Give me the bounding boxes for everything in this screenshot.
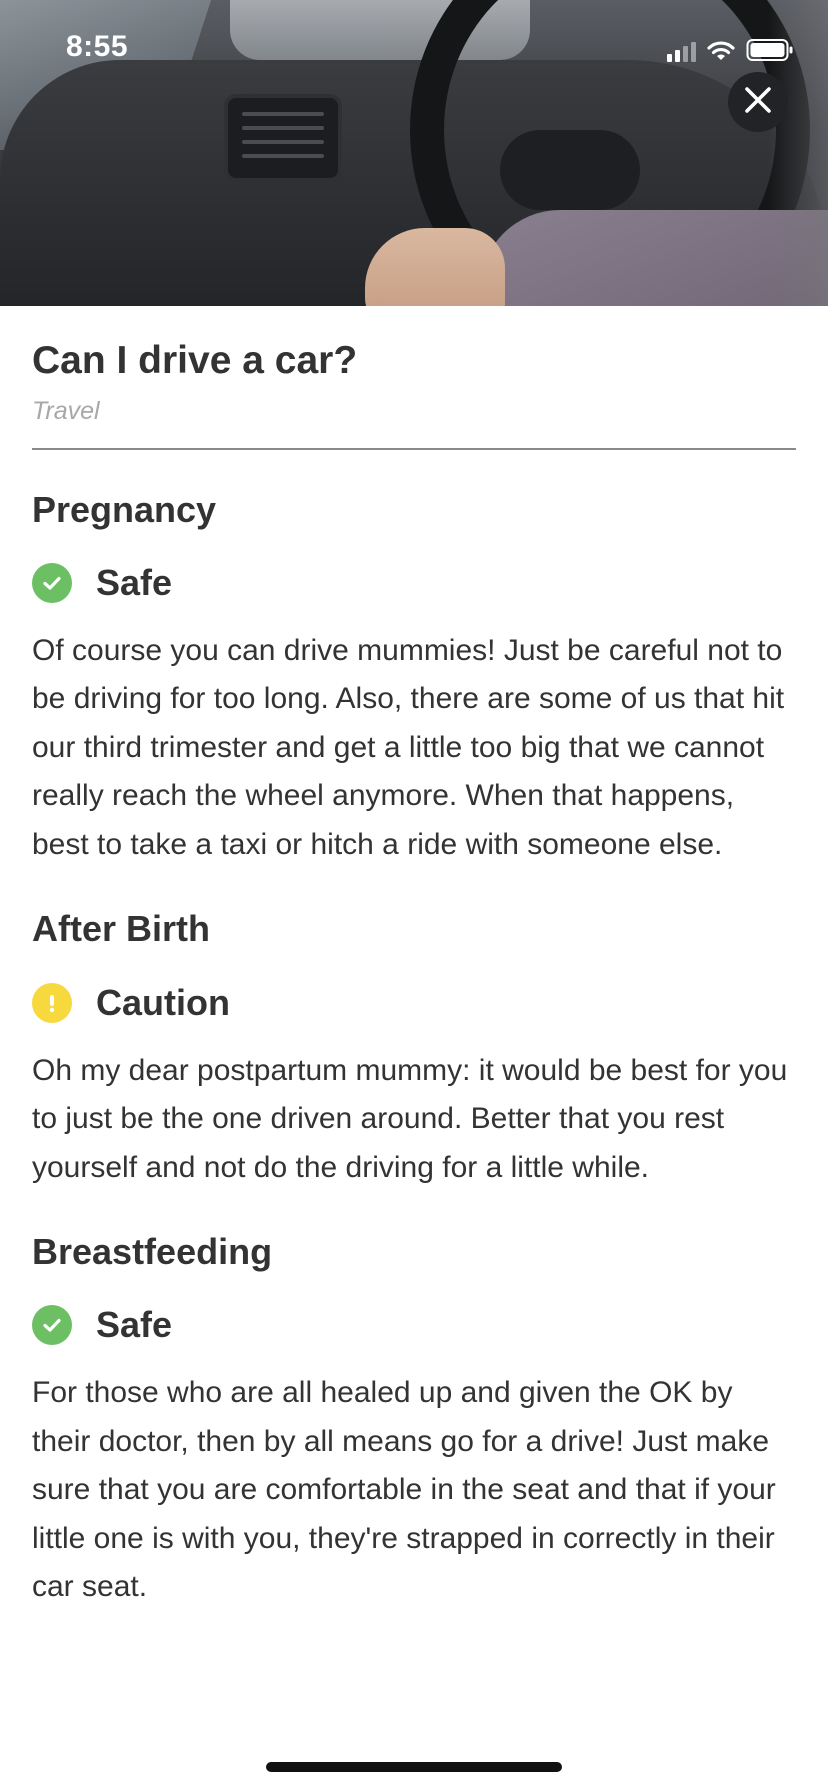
- status-bar-time: 8:55: [66, 30, 129, 63]
- home-indicator[interactable]: [266, 1762, 562, 1772]
- section-after-birth: After Birth Caution Oh my dear postpartu…: [32, 907, 796, 1192]
- battery-icon: [746, 38, 794, 62]
- air-vent: [224, 94, 342, 182]
- wifi-icon: [706, 40, 736, 62]
- status-label: Safe: [96, 561, 173, 603]
- section-body: For those who are all healed up and give…: [32, 1376, 776, 1604]
- section-heading: After Birth: [32, 908, 210, 950]
- section-pregnancy: Pregnancy Safe Of course you can drive m…: [32, 488, 796, 870]
- cellular-signal-icon: [667, 40, 696, 62]
- status-bar-icons: [667, 36, 794, 62]
- status-row: Safe: [32, 1303, 796, 1347]
- status-label: Caution: [96, 981, 230, 1023]
- article-screen: 8:55 Can I drive a car? Travel Pregnancy…: [0, 0, 828, 1792]
- section-breastfeeding: Breastfeeding Safe For those who are all…: [32, 1230, 796, 1612]
- section-heading: Pregnancy: [32, 488, 217, 530]
- section-body: Oh my dear postpartum mummy: it would be…: [32, 1053, 788, 1184]
- check-circle-icon: [32, 1305, 72, 1346]
- status-row: Caution: [32, 981, 796, 1025]
- check-circle-icon: [32, 562, 72, 603]
- divider: [32, 447, 796, 450]
- status-label: Safe: [96, 1304, 173, 1346]
- category-label: Travel: [32, 396, 100, 425]
- close-icon: [744, 86, 772, 119]
- section-body: Of course you can drive mummies! Just be…: [32, 633, 785, 861]
- status-row: Safe: [32, 561, 796, 605]
- page-title: Can I drive a car?: [32, 339, 358, 382]
- article-content: Can I drive a car? Travel Pregnancy Safe…: [32, 306, 796, 1612]
- close-button[interactable]: [728, 72, 788, 132]
- section-heading: Breastfeeding: [32, 1231, 273, 1273]
- exclamation-circle-icon: [32, 982, 72, 1023]
